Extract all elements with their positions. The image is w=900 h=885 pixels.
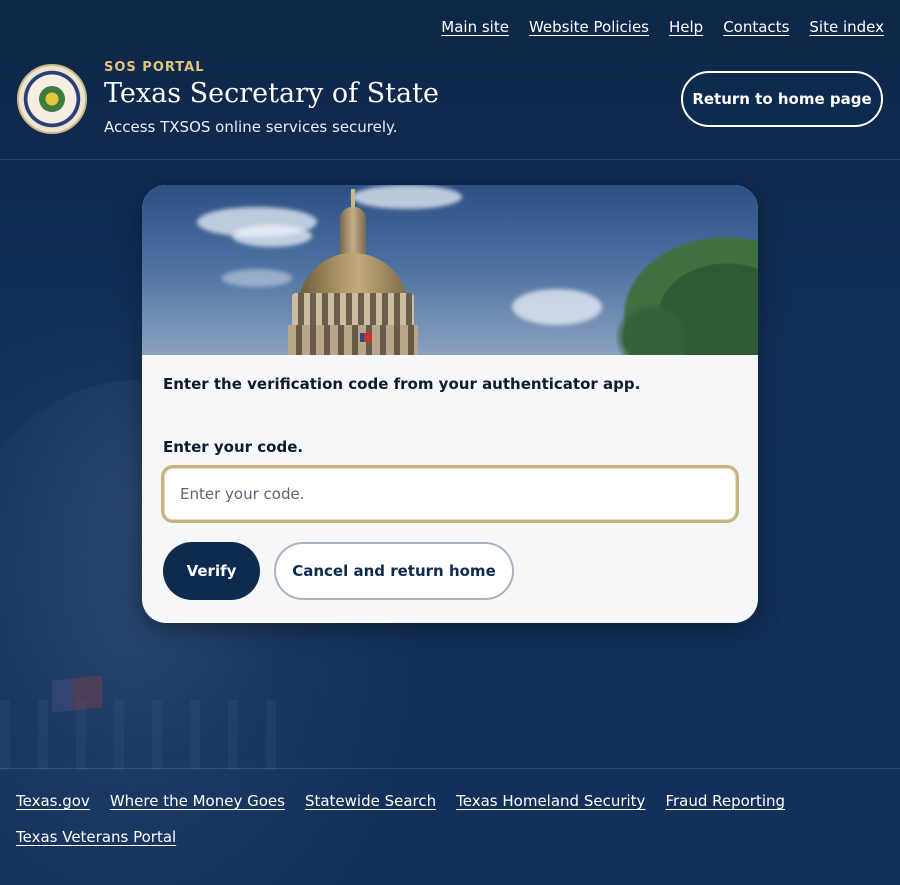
site-title: Texas Secretary of State (104, 78, 439, 109)
trees (608, 295, 698, 355)
capitol-hero-image (142, 185, 758, 355)
nav-help-link[interactable]: Help (669, 18, 703, 36)
capitol-cupola (340, 207, 366, 259)
verify-button[interactable]: Verify (163, 542, 260, 600)
nav-website-policies-link[interactable]: Website Policies (529, 18, 649, 36)
texas-flag-icon (360, 333, 372, 342)
footer-texas-homeland-security-link[interactable]: Texas Homeland Security (456, 792, 645, 810)
verification-instruction: Enter the verification code from your au… (163, 375, 641, 393)
cloud (352, 185, 462, 209)
site-subtitle: Access TXSOS online services securely. (104, 118, 398, 136)
code-field-label: Enter your code. (163, 438, 304, 456)
seal-star-icon (39, 86, 65, 112)
background-capitol-columns (0, 700, 300, 770)
capitol-colonnade (292, 293, 414, 329)
nav-main-site-link[interactable]: Main site (441, 18, 509, 36)
footer-texas-gov-link[interactable]: Texas.gov (16, 792, 90, 810)
portal-kicker: SOS PORTAL (104, 60, 205, 75)
nav-contacts-link[interactable]: Contacts (723, 18, 789, 36)
footer-statewide-search-link[interactable]: Statewide Search (305, 792, 436, 810)
texas-sos-seal-logo (17, 64, 87, 134)
footer-divider (0, 768, 900, 769)
nav-site-index-link[interactable]: Site index (809, 18, 884, 36)
footer-texas-veterans-portal-link[interactable]: Texas Veterans Portal (16, 828, 176, 846)
capitol-base (288, 325, 418, 355)
cloud (232, 225, 312, 247)
return-home-button[interactable]: Return to home page (681, 71, 883, 127)
cloud (512, 289, 602, 325)
verification-code-input[interactable] (161, 465, 739, 523)
footer-where-the-money-goes-link[interactable]: Where the Money Goes (110, 792, 285, 810)
footer-links: Texas.gov Where the Money Goes Statewide… (16, 792, 876, 846)
top-nav: Main site Website Policies Help Contacts… (441, 18, 884, 36)
background-texas-flag (52, 675, 102, 713)
cancel-return-home-button[interactable]: Cancel and return home (274, 542, 514, 600)
verification-card: Enter the verification code from your au… (142, 185, 758, 623)
header-divider (0, 159, 900, 160)
cloud (222, 269, 292, 287)
footer-fraud-reporting-link[interactable]: Fraud Reporting (665, 792, 785, 810)
